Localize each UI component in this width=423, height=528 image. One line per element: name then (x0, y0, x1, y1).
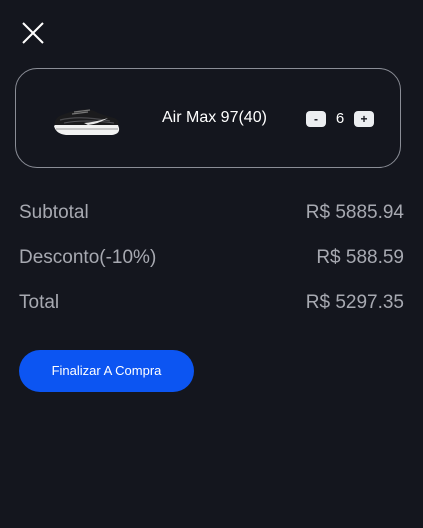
close-button[interactable] (20, 20, 46, 46)
total-row: Total R$ 5297.35 (19, 292, 404, 314)
sneaker-icon (54, 109, 120, 135)
product-image (50, 96, 122, 142)
subtotal-row: Subtotal R$ 5885.94 (19, 202, 404, 224)
product-name: Air Max 97(40) (162, 109, 267, 126)
checkout-button[interactable]: Finalizar A Compra (19, 350, 194, 392)
quantity-value: 6 (335, 110, 345, 127)
subtotal-value: R$ 5885.94 (305, 202, 404, 223)
total-label: Total (19, 292, 60, 313)
subtotal-label: Subtotal (19, 202, 89, 223)
decrement-button[interactable]: - (306, 110, 326, 127)
close-icon (22, 22, 44, 44)
total-value: R$ 5297.35 (305, 292, 404, 313)
quantity-stepper: - 6 + (306, 110, 374, 127)
discount-label: Desconto(-10%) (19, 247, 157, 268)
discount-row: Desconto(-10%) R$ 588.59 (19, 247, 404, 269)
increment-button[interactable]: + (354, 110, 374, 127)
cart-item: Air Max 97(40) - 6 + (15, 68, 401, 168)
discount-value: R$ 588.59 (316, 247, 404, 268)
